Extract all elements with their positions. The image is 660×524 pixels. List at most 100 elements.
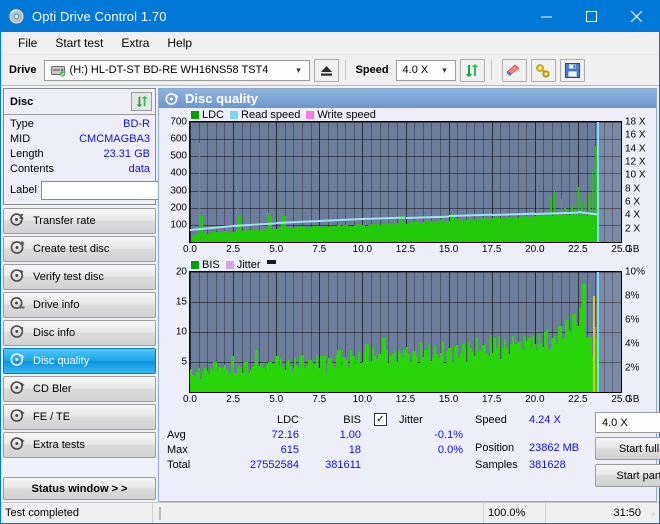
sidebar-item-disc-info[interactable]: Disc info xyxy=(3,320,156,346)
menu-start-test[interactable]: Start test xyxy=(46,34,112,52)
read-speed-line-segment xyxy=(448,213,492,218)
save-button[interactable] xyxy=(559,58,585,82)
content-panel: Disc quality LDC Read speed Write speed xyxy=(158,88,660,502)
read-speed-line-segment xyxy=(319,218,363,222)
maximize-button[interactable] xyxy=(569,1,614,32)
close-button[interactable] xyxy=(614,1,659,32)
y2-tick-label: 12 X xyxy=(625,156,646,168)
chevron-down-icon[interactable]: ▾ xyxy=(437,65,453,76)
legend-item-jitter: Jitter xyxy=(225,259,261,271)
test-controls: Speed 4.24 X Position 23862 MB Samples 3… xyxy=(469,412,660,499)
speed-label: Speed xyxy=(355,64,389,76)
ldc-y-axis-left: 100 200 300 400 500 600 700 xyxy=(163,117,189,243)
x-tick-label: 7.5 xyxy=(312,244,327,255)
start-part-button[interactable]: Start part xyxy=(595,464,660,487)
sidebar-item-extra-tests[interactable]: Extra tests xyxy=(3,432,156,458)
app-disc-icon xyxy=(8,8,25,25)
erase-button[interactable] xyxy=(501,58,527,82)
readout-speed-value: 4.24 X xyxy=(529,414,561,426)
menu-file[interactable]: File xyxy=(9,34,46,52)
disc-speed-icon xyxy=(10,212,25,230)
sidebar-item-create-test-disc[interactable]: Create test disc xyxy=(3,236,156,262)
disc-row-mid-key: MID xyxy=(10,133,31,145)
test-readouts: Speed 4.24 X Position 23862 MB Samples 3… xyxy=(475,412,587,499)
resize-grip[interactable] xyxy=(645,503,659,523)
sidebar-item-verify-test-disc[interactable]: Verify test disc xyxy=(3,264,156,290)
jitter-checkbox[interactable]: ✓ xyxy=(374,413,387,426)
cd-bler-icon xyxy=(10,380,25,398)
refresh-button[interactable] xyxy=(459,58,485,82)
disc-quality-icon xyxy=(165,92,179,106)
bis-y-axis-left: 5 10 15 20 xyxy=(163,267,189,393)
sidebar-item-label: Extra tests xyxy=(33,439,85,451)
y2-tick-label: 6 X xyxy=(625,196,641,208)
sidebar-item-label: FE / TE xyxy=(33,411,71,423)
readout-samples-value: 381628 xyxy=(529,459,566,471)
disc-panel-header: Disc xyxy=(4,89,155,115)
read-speed-drop-line xyxy=(597,122,600,242)
unwritten-region xyxy=(596,122,621,242)
sidebar-item-label: CD Bler xyxy=(33,383,72,395)
jitter-checkbox-cell: ✓ xyxy=(363,412,389,427)
legend-swatch-ldc xyxy=(191,110,199,119)
chevron-down-icon[interactable]: ▾ xyxy=(291,65,307,76)
sidebar-item-label: Disc quality xyxy=(33,355,90,367)
y2-tick-label: 16 X xyxy=(625,129,646,141)
status-time: 31:50 xyxy=(545,503,645,523)
table-row: Total 27552584 381611 xyxy=(165,457,465,472)
legend-swatch-jitter xyxy=(225,260,234,269)
sidebar-item-drive-info[interactable]: Drive info xyxy=(3,292,156,318)
x-tick-label: 20.0 xyxy=(525,244,545,255)
sidebar-item-transfer-rate[interactable]: Transfer rate xyxy=(3,208,156,234)
sidebar-item-label: Disc info xyxy=(33,327,76,339)
legend-marker-extra xyxy=(266,259,276,264)
y2-tick-label: 4% xyxy=(625,338,640,350)
ldc-plot-area[interactable] xyxy=(189,121,622,243)
disc-row-contents: Contents data xyxy=(10,162,150,177)
grid-line-vertical xyxy=(207,122,208,242)
stats-col-jitter: Jitter xyxy=(399,413,423,426)
speed-select[interactable]: 4.0 X ▾ xyxy=(395,59,456,81)
sidebar-nav: Transfer rate Create test disc Verify te… xyxy=(3,208,156,458)
sidebar-item-cd-bler[interactable]: CD Bler xyxy=(3,376,156,402)
disc-row-contents-key: Contents xyxy=(10,163,55,175)
drive-icon xyxy=(50,64,66,77)
menu-extra[interactable]: Extra xyxy=(112,34,158,52)
bis-plot-area[interactable] xyxy=(189,271,622,393)
title-bar: Opti Drive Control 1.70 xyxy=(1,1,659,32)
extra-tests-icon xyxy=(10,436,25,454)
disc-row-contents-value: data xyxy=(128,163,150,175)
status-message: Test completed xyxy=(1,503,153,523)
sidebar-item-fe-te[interactable]: FE / TE xyxy=(3,404,156,430)
menu-help[interactable]: Help xyxy=(158,34,201,52)
stats-row-max-ldc: 615 xyxy=(280,443,299,456)
readout-speed-label: Speed xyxy=(475,414,507,426)
y-tick-label: 20 xyxy=(175,266,187,278)
status-window-button[interactable]: Status window > > xyxy=(3,477,156,500)
y2-tick-label: 2% xyxy=(625,362,640,374)
disc-info-panel: Disc Type BD-R MID CMCMAGBA3 Length 23.3… xyxy=(3,88,245,205)
drive-select[interactable]: (H:) HL-DT-ST BD-RE WH16NS58 TST4 ▾ xyxy=(43,59,310,81)
y-tick-label: 500 xyxy=(170,150,187,162)
disc-write-icon xyxy=(10,240,25,258)
eject-button[interactable] xyxy=(313,58,339,82)
disc-refresh-button[interactable] xyxy=(131,92,152,111)
disc-row-length-key: Length xyxy=(10,148,44,160)
test-speed-select[interactable]: 4.0 X ▾ xyxy=(595,412,660,433)
x-tick-label: 0.0 xyxy=(183,394,197,405)
start-full-button[interactable]: Start full xyxy=(595,437,660,460)
stats-row-avg-jitter: -0.1% xyxy=(434,428,463,441)
key-button[interactable] xyxy=(530,58,556,82)
grid-line-vertical xyxy=(328,122,329,242)
sidebar: Disc Type BD-R MID CMCMAGBA3 Length 23.3… xyxy=(1,86,245,502)
ldc-xaxis-row: 0.0 2.5 5.0 7.5 10.0 12.5 15.0 17.5 20.0 22.5 25.0… xyxy=(163,243,652,258)
stats-table: LDC BIS ✓ Jitter Avg 72.16 1.00 -0.1% Ma… xyxy=(165,412,465,472)
disc-label-key: Label xyxy=(10,184,37,196)
minimize-button[interactable] xyxy=(524,1,569,32)
grid-line-vertical xyxy=(319,122,320,242)
y-tick-label: 400 xyxy=(170,167,187,179)
y2-tick-label: 10 X xyxy=(625,169,646,181)
bis-y-axis-right: 2% 4% 6% 8% 10% xyxy=(622,267,652,393)
legend-label-bis: BIS xyxy=(202,258,220,271)
sidebar-item-disc-quality[interactable]: Disc quality xyxy=(3,348,156,374)
